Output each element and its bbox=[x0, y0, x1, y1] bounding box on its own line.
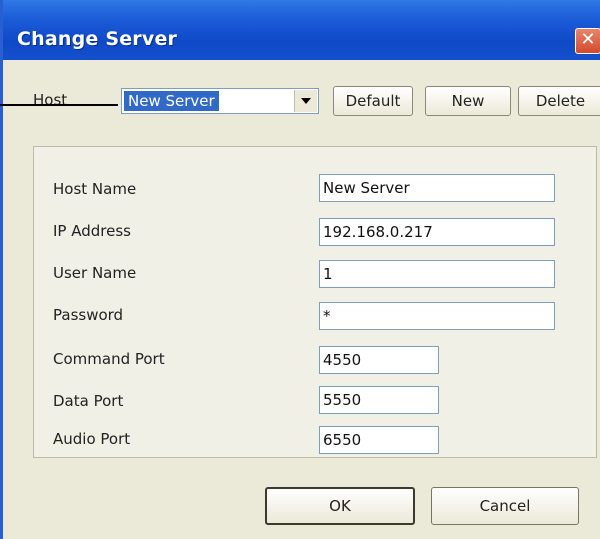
delete-button[interactable]: Delete bbox=[518, 86, 600, 116]
default-button[interactable]: Default bbox=[333, 86, 413, 116]
host-select[interactable]: New Server bbox=[121, 88, 319, 114]
user-name-label: User Name bbox=[53, 264, 137, 282]
user-name-field[interactable]: 1 bbox=[319, 260, 555, 288]
close-icon: ✕ bbox=[580, 29, 596, 50]
ip-address-label: IP Address bbox=[53, 222, 131, 240]
close-button[interactable]: ✕ bbox=[575, 28, 600, 54]
chevron-down-icon bbox=[301, 98, 311, 104]
host-dropdown-button[interactable] bbox=[294, 90, 317, 112]
host-selected-value: New Server bbox=[124, 91, 219, 111]
command-port-label: Command Port bbox=[53, 350, 165, 368]
cancel-button[interactable]: Cancel bbox=[431, 487, 579, 525]
audio-port-label: Audio Port bbox=[53, 430, 131, 448]
host-name-label: Host Name bbox=[53, 180, 137, 198]
host-label: Host bbox=[33, 91, 68, 109]
command-port-field[interactable]: 4550 bbox=[319, 346, 439, 374]
data-port-label: Data Port bbox=[53, 392, 124, 410]
title-bar[interactable]: Change Server ✕ bbox=[3, 0, 600, 60]
password-label: Password bbox=[53, 306, 124, 324]
ip-address-field[interactable]: 192.168.0.217 bbox=[319, 218, 555, 246]
change-server-dialog: Change Server ✕ Host New Server Default … bbox=[0, 0, 600, 539]
host-name-field[interactable]: New Server bbox=[319, 174, 555, 202]
audio-port-field[interactable]: 6550 bbox=[319, 426, 439, 454]
callout-pointer-line bbox=[0, 104, 118, 106]
new-button[interactable]: New bbox=[425, 86, 511, 116]
ok-button[interactable]: OK bbox=[265, 487, 415, 525]
password-field[interactable]: * bbox=[319, 302, 555, 330]
data-port-field[interactable]: 5550 bbox=[319, 386, 439, 414]
dialog-title: Change Server bbox=[17, 28, 178, 50]
